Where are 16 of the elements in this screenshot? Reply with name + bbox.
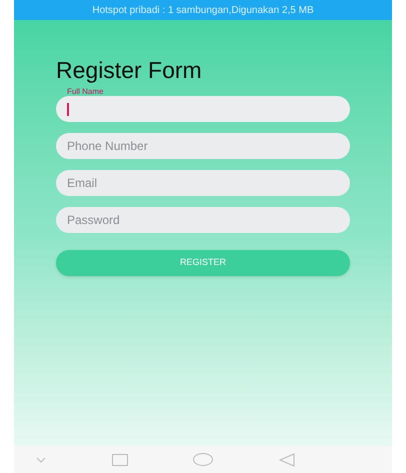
form-title: Register Form (56, 57, 203, 83)
field-label: Full Name (67, 87, 104, 96)
register-button[interactable]: REGISTER (56, 250, 350, 276)
back-triangle-icon[interactable] (278, 452, 294, 466)
square-icon[interactable] (112, 454, 128, 466)
placeholder-text: Phone Number (67, 138, 148, 155)
circle-icon[interactable] (193, 453, 213, 466)
input-field[interactable]: Password (56, 207, 350, 233)
input-field[interactable]: Phone Number (56, 133, 350, 159)
input-field[interactable]: Email (56, 170, 350, 196)
placeholder-text: Email (67, 175, 98, 192)
chevron-down-icon[interactable] (36, 456, 46, 462)
input-field[interactable] (56, 96, 350, 122)
placeholder-text: Password (67, 212, 120, 229)
status-text: Hotspot pribadi : 1 sambungan,Digunakan 2,5 MB (92, 4, 314, 18)
text-cursor (67, 102, 69, 116)
